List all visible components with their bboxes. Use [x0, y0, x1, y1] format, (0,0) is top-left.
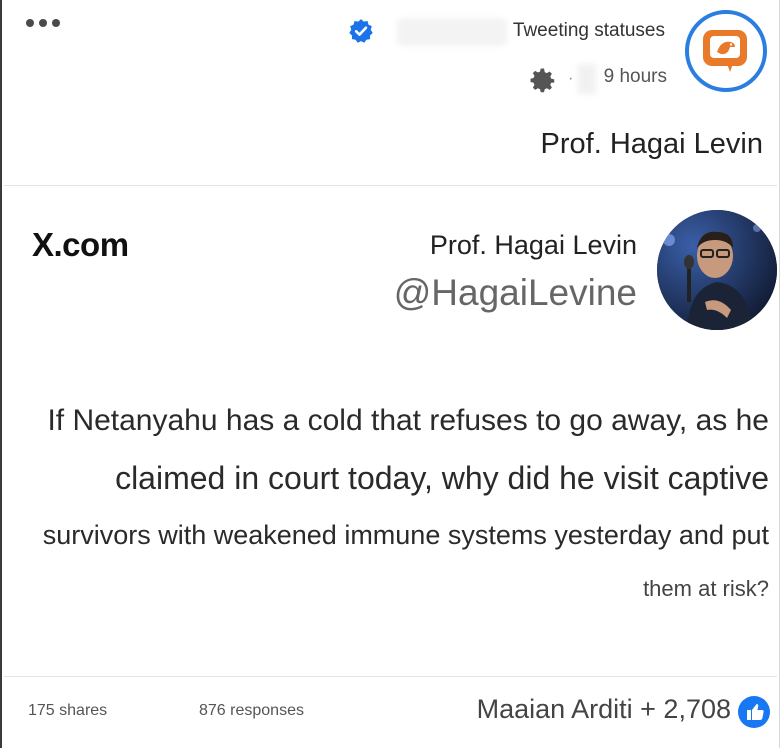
shares-count[interactable]: 175 shares — [28, 702, 107, 720]
reactions-summary[interactable]: Maaian Arditi + 2,708 — [477, 694, 731, 725]
responses-count[interactable]: 876 responses — [199, 702, 304, 720]
more-options-icon[interactable] — [26, 19, 60, 27]
blurred-region-small — [578, 64, 596, 94]
speech-bubble-bird-icon — [703, 30, 747, 72]
verified-badge-icon — [349, 19, 373, 43]
tweet-text-line-1: If Netanyahu has a cold that refuses to … — [47, 404, 769, 437]
tweet-text-line-2: claimed in court today, why did he visit… — [115, 460, 769, 496]
author-name[interactable]: Prof. Hagai Levin — [541, 128, 763, 161]
tweet-author-handle: @HagaiLevine — [393, 272, 637, 313]
group-name[interactable]: Tweeting statuses — [513, 20, 665, 42]
privacy-gear-icon — [530, 68, 555, 93]
divider — [4, 676, 777, 677]
tweet-author-avatar — [657, 210, 777, 330]
like-icon[interactable] — [738, 696, 770, 728]
source-label: X.com — [32, 226, 129, 263]
tweet-author-name: Prof. Hagai Levin — [429, 230, 637, 260]
post-time[interactable]: 9 hours — [604, 66, 667, 88]
post-card: Tweeting statuses · 9 hours Prof. Hagai … — [0, 0, 780, 748]
group-avatar-icon[interactable] — [685, 10, 767, 92]
tweet-text-line-4: them at risk? — [643, 576, 769, 601]
divider — [4, 185, 777, 186]
separator: · — [568, 70, 574, 87]
blurred-region — [397, 18, 507, 46]
tweet-text-line-3: survivors with weakened immune systems y… — [42, 520, 769, 550]
